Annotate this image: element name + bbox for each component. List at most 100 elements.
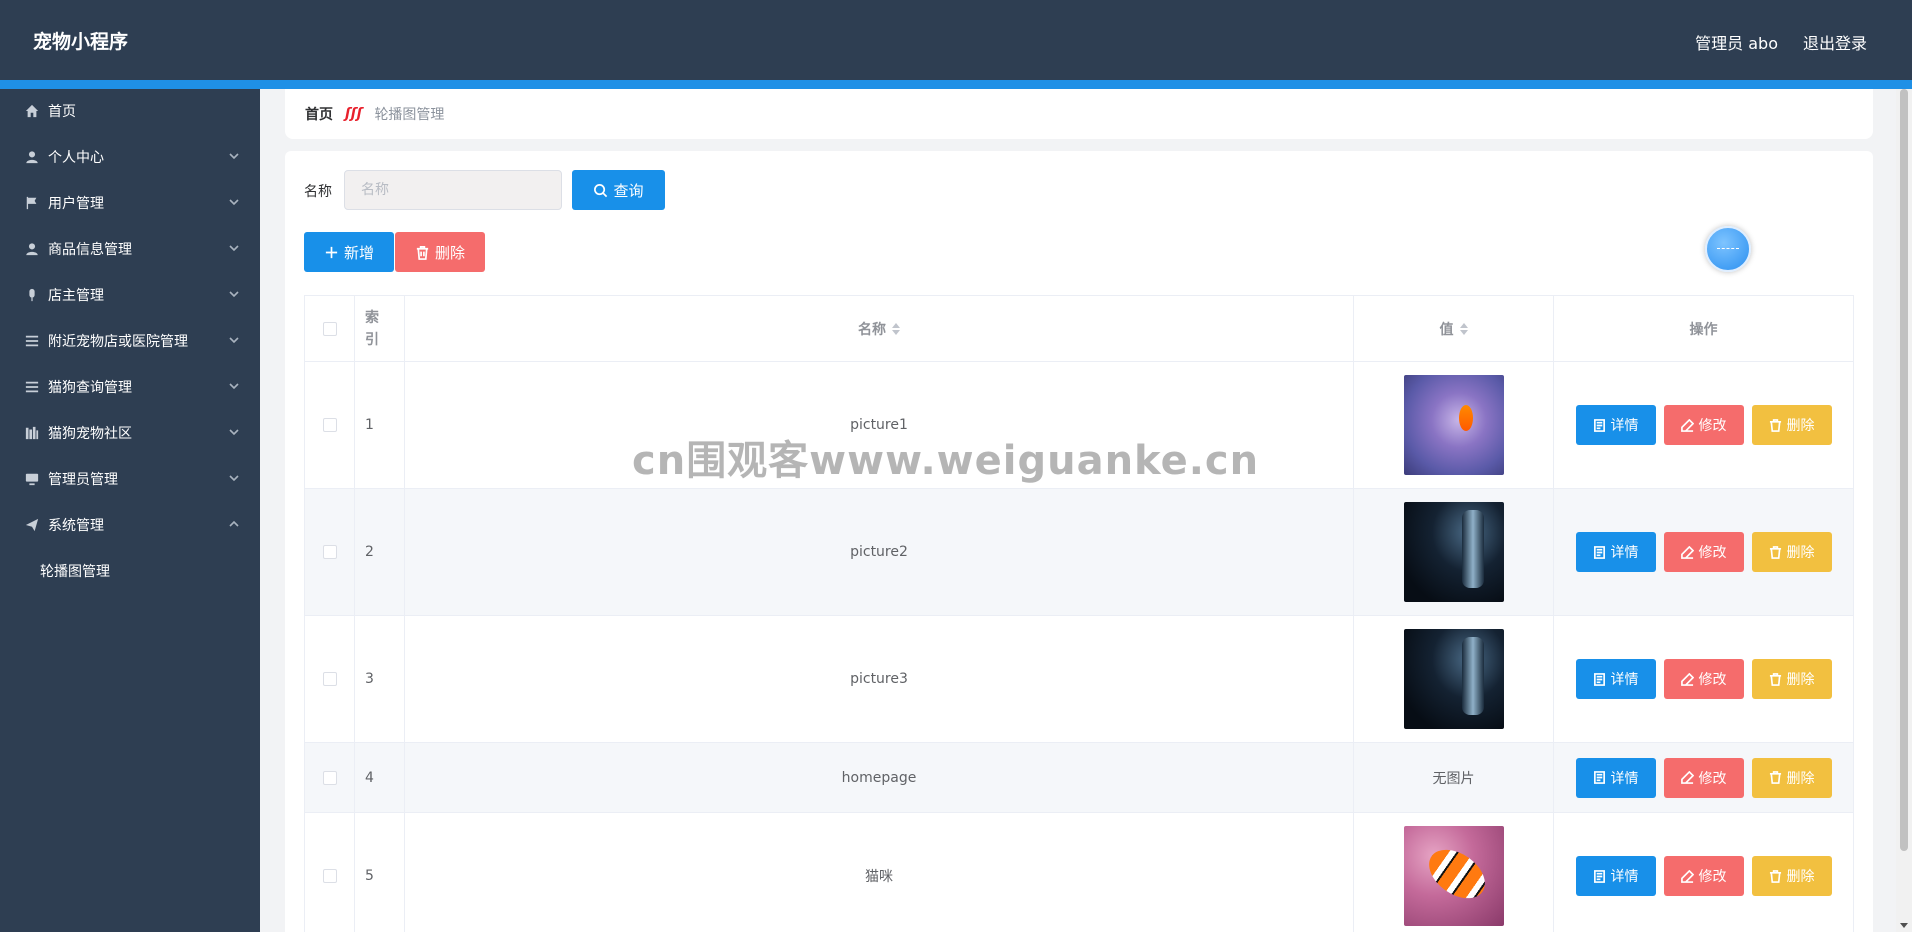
sidebar-item-label: 猫狗查询管理 — [48, 380, 132, 396]
sidebar-item-system-management[interactable]: 系统管理 — [0, 503, 260, 547]
detail-button[interactable]: 详情 — [1575, 532, 1656, 572]
header-name[interactable]: 名称 — [405, 296, 1354, 361]
add-button[interactable]: 新增 — [304, 232, 394, 272]
row-checkbox[interactable] — [322, 770, 337, 785]
row-thumbnail-image[interactable] — [1403, 826, 1504, 926]
detail-button[interactable]: 详情 — [1575, 757, 1656, 798]
sidebar-item-label: 首页 — [48, 104, 76, 120]
top-header: 宠物小程序 管理员 abo 退出登录 — [0, 0, 1912, 80]
row-thumbnail-image[interactable] — [1403, 502, 1504, 602]
edit-button-label: 修改 — [1698, 869, 1727, 885]
row-index: 3 — [355, 616, 405, 742]
sidebar-item-product-info[interactable]: 商品信息管理 — [0, 227, 260, 271]
trash-icon — [1769, 672, 1781, 686]
sidebar-item-label: 个人中心 — [48, 150, 104, 166]
delete-button[interactable]: 删除 — [1751, 757, 1832, 798]
list-icon — [24, 333, 40, 349]
sort-icon[interactable] — [892, 322, 900, 335]
admin-user-label: 管理员 abo — [1695, 34, 1778, 53]
mic-icon — [24, 287, 40, 303]
data-table: 索引 名称 值 操作 1 picture1 详情 修改 删除 2 picture… — [304, 295, 1854, 932]
chevron-down-icon — [228, 196, 240, 208]
edit-button-label: 修改 — [1698, 545, 1727, 561]
row-operations: 详情 修改 删除 — [1554, 813, 1853, 932]
sidebar-item-pet-query[interactable]: 猫狗查询管理 — [0, 365, 260, 409]
batch-delete-button[interactable]: 删除 — [395, 232, 485, 272]
scrollbar-thumb[interactable] — [1900, 89, 1908, 851]
row-checkbox[interactable] — [322, 869, 337, 883]
delete-button[interactable]: 删除 — [1751, 405, 1832, 445]
row-checkbox-cell — [305, 489, 355, 615]
user-icon — [24, 241, 40, 257]
edit-button[interactable]: 修改 — [1663, 532, 1744, 572]
row-index: 1 — [355, 362, 405, 488]
watermark-text: cn围观客www.weiguanke.cn — [632, 438, 1260, 484]
delete-button[interactable]: 删除 — [1751, 856, 1832, 896]
row-value — [1354, 813, 1554, 932]
breadcrumb: 首页 ʃʃʃ 轮播图管理 — [285, 89, 1873, 139]
edit-button[interactable]: 修改 — [1663, 659, 1744, 699]
sidebar-item-label: 店主管理 — [48, 288, 104, 304]
detail-button[interactable]: 详情 — [1575, 405, 1656, 445]
row-name: 猫咪 — [405, 813, 1354, 932]
detail-button-label: 详情 — [1610, 672, 1639, 688]
books-icon — [24, 425, 40, 441]
trash-icon — [1769, 418, 1781, 432]
sidebar-item-pet-community[interactable]: 猫狗宠物社区 — [0, 411, 260, 455]
trash-icon — [416, 245, 429, 260]
edit-button-label: 修改 — [1698, 672, 1727, 688]
row-checkbox[interactable] — [322, 418, 337, 432]
edit-button-label: 修改 — [1698, 770, 1727, 787]
sidebar-item-admin-management[interactable]: 管理员管理 — [0, 457, 260, 501]
delete-button[interactable]: 删除 — [1751, 659, 1832, 699]
scroll-down-arrow-icon[interactable] — [1900, 923, 1908, 928]
row-operations: 详情 修改 删除 — [1554, 489, 1853, 615]
row-thumbnail-image[interactable] — [1403, 629, 1504, 729]
logout-button[interactable]: 退出登录 — [1803, 30, 1867, 54]
send-icon — [24, 517, 40, 533]
plus-icon — [325, 246, 338, 258]
sidebar-subitem-label: 轮播图管理 — [40, 564, 110, 580]
sidebar-item-label: 用户管理 — [48, 196, 104, 212]
header-value-label: 值 — [1439, 321, 1454, 338]
sidebar-item-label: 管理员管理 — [48, 472, 118, 488]
chevron-down-icon — [228, 150, 240, 162]
row-thumbnail-image[interactable] — [1403, 375, 1504, 475]
delete-button[interactable]: 删除 — [1751, 532, 1832, 572]
sidebar-item-shop-owner[interactable]: 店主管理 — [0, 273, 260, 317]
edit-button[interactable]: 修改 — [1663, 757, 1744, 798]
floating-action-icon[interactable] — [1705, 226, 1751, 272]
chevron-down-icon — [228, 380, 240, 392]
row-index: 4 — [355, 743, 405, 812]
chevron-down-icon — [228, 472, 240, 484]
detail-button-label: 详情 — [1610, 770, 1639, 787]
delete-button-label: 删除 — [1786, 545, 1815, 561]
chevron-down-icon — [228, 426, 240, 438]
sidebar-item-nearby-stores[interactable]: 附近宠物店或医院管理 — [0, 319, 260, 363]
header-index: 索引 — [355, 296, 405, 361]
sort-icon[interactable] — [1459, 322, 1468, 335]
row-operations: 详情 修改 删除 — [1554, 362, 1853, 488]
edit-icon — [1680, 672, 1694, 686]
search-input[interactable] — [344, 170, 562, 210]
select-all-checkbox[interactable] — [322, 321, 337, 336]
edit-button[interactable]: 修改 — [1663, 856, 1744, 896]
delete-button-label: 删除 — [1786, 869, 1815, 885]
table-header-row: 索引 名称 值 操作 — [305, 296, 1853, 362]
breadcrumb-home[interactable]: 首页 — [305, 104, 333, 124]
sidebar-item-personal-center[interactable]: 个人中心 — [0, 135, 260, 179]
detail-button[interactable]: 详情 — [1575, 856, 1656, 896]
vertical-scrollbar[interactable] — [1896, 89, 1912, 932]
sidebar-item-user-management[interactable]: 用户管理 — [0, 181, 260, 225]
edit-icon — [1680, 771, 1694, 784]
sidebar-subitem-carousel[interactable]: 轮播图管理 — [0, 549, 260, 593]
edit-button[interactable]: 修改 — [1663, 405, 1744, 445]
header-value[interactable]: 值 — [1354, 296, 1554, 361]
sidebar-item-home[interactable]: 首页 — [0, 89, 260, 133]
chevron-down-icon — [228, 334, 240, 346]
query-button[interactable]: 查询 — [572, 170, 665, 210]
row-checkbox[interactable] — [322, 545, 337, 559]
detail-button[interactable]: 详情 — [1575, 659, 1656, 699]
row-checkbox[interactable] — [322, 672, 337, 686]
row-index: 5 — [355, 813, 405, 932]
